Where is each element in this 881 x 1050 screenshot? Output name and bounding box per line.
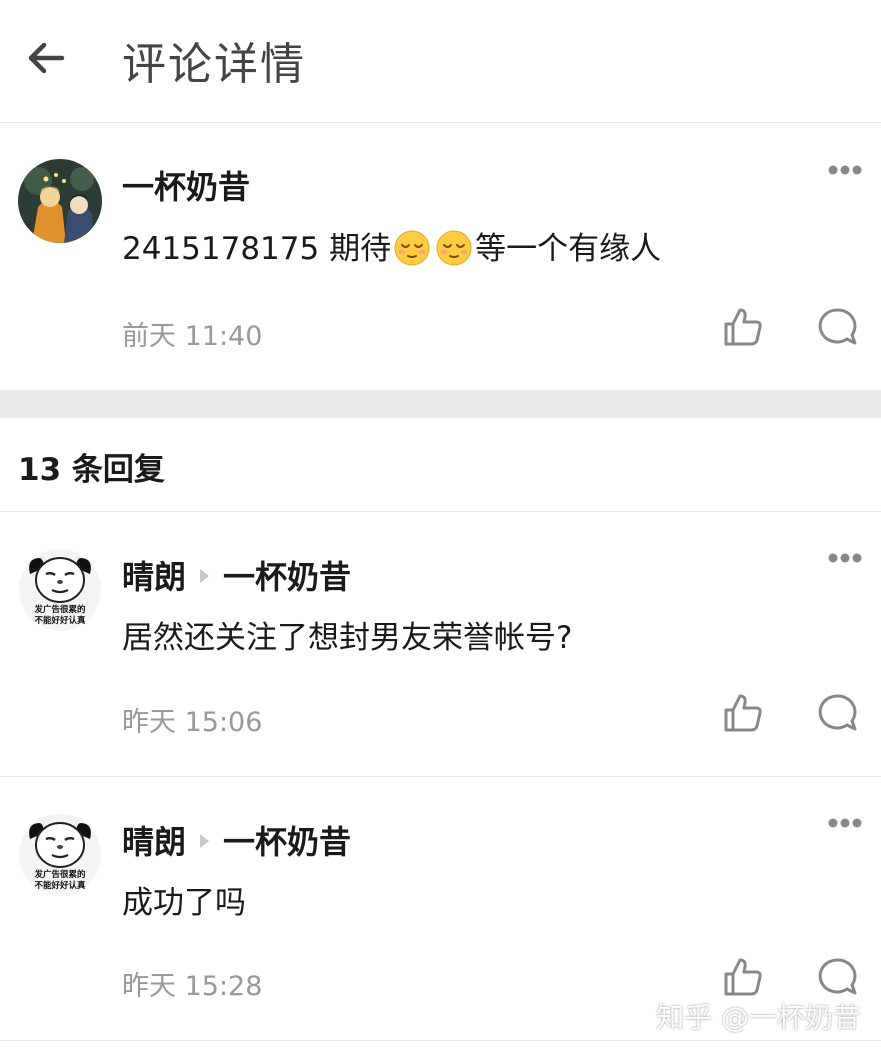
more-options-icon[interactable] (827, 164, 863, 176)
page-title: 评论详情 (122, 39, 306, 90)
thumbs-up-icon[interactable] (722, 692, 764, 734)
comment-text-end: 等一个有缘人 (475, 231, 662, 267)
top-bar: 评论详情 (0, 0, 881, 123)
reply-header: 晴朗 一杯奶昔 (122, 817, 351, 863)
reply-time: 昨天 15:06 (122, 707, 263, 738)
reply-bubble-icon[interactable] (817, 306, 859, 348)
avatar-image: 发广告很累的 不能好好认真 (18, 813, 102, 897)
avatar[interactable]: 发广告很累的 不能好好认真 (18, 813, 102, 897)
reply-bubble-icon[interactable] (817, 692, 859, 734)
comment-text-start: 2415178175 期待 (122, 231, 392, 267)
reply-to-arrow-icon (200, 569, 210, 583)
replies-count: 13 条回复 (18, 452, 165, 488)
reply-time: 昨天 15:28 (122, 971, 263, 1002)
avatar[interactable]: 发广告很累的 不能好好认真 (18, 548, 102, 632)
reply-text: 成功了吗 (122, 885, 246, 921)
relieved-face-emoji-icon (436, 230, 472, 265)
reply-bubble-icon[interactable] (817, 956, 859, 998)
divider (0, 776, 881, 777)
divider (0, 511, 881, 512)
avatar[interactable] (18, 159, 102, 243)
thumbs-up-icon[interactable] (722, 306, 764, 348)
avatar-image (18, 159, 102, 243)
reply-text: 居然还关注了想封男友荣誉帐号? (122, 620, 573, 656)
thumbs-up-icon[interactable] (722, 956, 764, 998)
avatar-caption: 不能好好认真 (34, 615, 86, 626)
reply-author[interactable]: 晴朗 (122, 558, 186, 596)
back-arrow-icon[interactable] (22, 34, 70, 82)
reply-to-arrow-icon (200, 834, 210, 848)
avatar-caption: 发广告很累的 (33, 604, 86, 615)
avatar-image: 发广告很累的 不能好好认真 (18, 548, 102, 632)
more-options-icon[interactable] (827, 817, 863, 829)
relieved-face-emoji-icon (394, 230, 430, 265)
section-gap (0, 390, 881, 418)
comment-author[interactable]: 一杯奶昔 (122, 162, 250, 208)
avatar-caption: 不能好好认真 (34, 880, 86, 891)
reply-target[interactable]: 一杯奶昔 (223, 558, 351, 596)
more-options-icon[interactable] (827, 552, 863, 564)
avatar-caption: 发广告很累的 (33, 869, 86, 880)
comment-text: 2415178175 期待 等一个有缘人 (122, 223, 661, 269)
reply-target[interactable]: 一杯奶昔 (223, 823, 351, 861)
divider (0, 1040, 881, 1041)
comment-time: 前天 11:40 (122, 321, 263, 352)
watermark: 知乎 @一杯奶昔 (656, 1001, 861, 1034)
reply-author[interactable]: 晴朗 (122, 823, 186, 861)
reply-header: 晴朗 一杯奶昔 (122, 552, 351, 598)
